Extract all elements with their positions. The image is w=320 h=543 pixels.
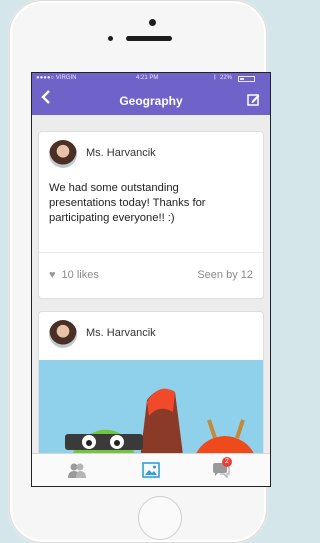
post-text: We had some outstanding presentations to…	[49, 182, 206, 224]
battery-icon	[238, 76, 255, 82]
battery-percent: 22%	[220, 75, 233, 81]
author-name: Ms. Harvancik	[86, 147, 156, 159]
home-button[interactable]	[138, 496, 182, 540]
tab-messages[interactable]: 2	[212, 457, 232, 479]
people-icon[interactable]	[68, 462, 86, 478]
avatar	[49, 320, 77, 348]
bluetooth-icon: ᛒ	[213, 75, 217, 81]
notification-badge: 2	[222, 457, 232, 467]
compose-icon[interactable]	[247, 93, 260, 106]
avatar	[49, 140, 77, 168]
like-button[interactable]: ♥ 10 likes	[49, 269, 99, 281]
photos-icon[interactable]	[142, 462, 160, 478]
likes-count: 10 likes	[61, 269, 99, 281]
tab-bar: 2	[32, 453, 270, 486]
clock: 4:21 PM	[136, 75, 159, 81]
post-card[interactable]: Ms. Harvancik We had some outstanding pr…	[38, 131, 264, 299]
carrier-label: ●●●●○ VIRGIN	[36, 75, 77, 81]
status-bar: ●●●●○ VIRGIN 4:21 PM ᛒ 22%	[32, 73, 270, 85]
page-title: Geography	[119, 94, 183, 108]
sensor-dot	[108, 36, 113, 41]
author-name: Ms. Harvancik	[86, 327, 156, 339]
divider	[39, 252, 263, 253]
nav-bar: Geography	[32, 85, 270, 115]
seen-by[interactable]: Seen by 12	[197, 269, 253, 281]
app-screen: ●●●●○ VIRGIN 4:21 PM ᛒ 22% Geography Ms.…	[31, 72, 271, 487]
speaker-grille	[126, 36, 172, 41]
heart-icon: ♥	[49, 269, 56, 281]
camera-dot	[149, 19, 156, 26]
